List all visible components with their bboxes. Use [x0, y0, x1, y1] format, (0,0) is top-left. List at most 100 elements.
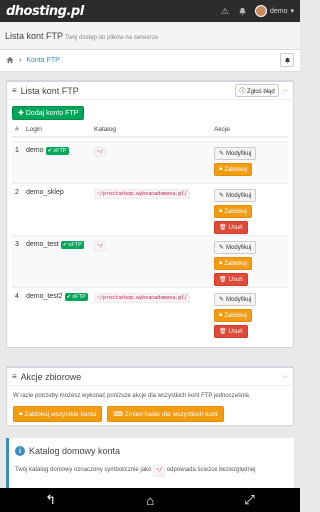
- edit-icon: ✎: [219, 245, 225, 251]
- delete-button[interactable]: 🗑︎ Usuń: [214, 221, 248, 234]
- row-login: demo_test ✔ oFTP: [26, 241, 94, 287]
- info-icon: ⓘ: [239, 89, 246, 95]
- report-bug-button[interactable]: ⓘ Zgłoś błąd: [235, 84, 279, 97]
- home-path: ~/: [94, 241, 107, 251]
- block-button[interactable]: 🔒︎ Zablokuj: [214, 205, 252, 218]
- table-header: # Login Katalog Akcje: [12, 126, 288, 138]
- modify-button[interactable]: ✎ Modyfikuj: [214, 241, 257, 254]
- bell-icon: [284, 57, 290, 64]
- home-icon[interactable]: [6, 56, 14, 66]
- notifications-button[interactable]: [280, 53, 294, 67]
- keyboard-icon: ⌨: [113, 411, 123, 418]
- block-all-button[interactable]: 🔒︎ Zablokuj wszystkie konta: [13, 406, 103, 422]
- lock-icon: 🔒︎: [219, 260, 223, 266]
- callout-title: i Katalog domowy konta: [15, 446, 288, 456]
- lock-icon: 🔒︎: [219, 166, 223, 172]
- collapse-icon[interactable]: ⌵: [283, 87, 288, 95]
- report-bug-label: Zgłoś błąd: [247, 89, 275, 95]
- trash-icon: 🗑︎: [219, 329, 227, 335]
- login-text: demo_test2: [26, 293, 63, 300]
- row-num: 2: [15, 189, 19, 196]
- table-row: 1 demo ✔ oFTP ~/ ✎ Modyfikuj 🔒︎ Zablokuj: [12, 141, 288, 183]
- modify-button[interactable]: ✎ Modyfikuj: [214, 189, 257, 202]
- row-num: 4: [15, 293, 19, 300]
- home-path: ~/prestashop.wybranadomena.pl/: [94, 293, 191, 303]
- oftp-badge: ✔ oFTP: [64, 293, 88, 301]
- page-title: Lista kont FTP: [5, 31, 64, 41]
- login-text: demo_sklep: [26, 189, 64, 196]
- home-path: ~/prestashop.wybranadomena.pl/: [94, 189, 191, 199]
- lock-icon: 🔒︎: [219, 208, 223, 214]
- collapse-icon[interactable]: ⌵: [283, 373, 288, 381]
- table-row: 2 demo_sklep ~/prestashop.wybranadomena.…: [12, 183, 288, 235]
- avatar: [254, 5, 267, 17]
- plus-icon: ✚: [18, 110, 24, 117]
- lock-icon: 🔒︎: [19, 410, 23, 417]
- breadcrumb-current[interactable]: Konta FTP: [26, 57, 59, 64]
- row-login: demo_test2 ✔ oFTP: [26, 293, 94, 339]
- home-directory-callout: i Katalog domowy konta Twój katalog domo…: [6, 438, 294, 488]
- table-row: 4 demo_test2 ✔ oFTP ~/prestashop.wybranado…: [12, 287, 288, 339]
- change-password-all-button[interactable]: ⌨ Zmień hasło dla wszystkich kont: [107, 406, 224, 422]
- block-button[interactable]: 🔒︎ Zablokuj: [214, 163, 252, 176]
- delete-button[interactable]: 🗑︎ Usuń: [214, 273, 248, 286]
- info-icon: i: [15, 446, 25, 456]
- back-icon[interactable]: ↰: [45, 492, 56, 508]
- column-header-login: Login: [26, 126, 42, 133]
- list-icon: ≡: [12, 86, 17, 95]
- box-header: ≡ Lista kont FTP ⓘ Zgłoś błąd ⌵: [7, 82, 293, 100]
- warning-icon[interactable]: ⚠: [219, 5, 231, 17]
- user-name: demo: [269, 7, 288, 15]
- ftp-accounts-box: ≡ Lista kont FTP ⓘ Zgłoś błąd ⌵ ✚ Dodaj …: [6, 80, 294, 348]
- block-button[interactable]: 🔒︎ Zablokuj: [214, 309, 252, 322]
- box-header: ≡ Akcje zbiorowe ⌵: [7, 368, 293, 386]
- breadcrumb-separator: ›: [19, 57, 22, 64]
- home-icon[interactable]: ⌂: [146, 493, 154, 508]
- home-path: ~/: [94, 147, 107, 157]
- modify-button[interactable]: ✎ Modyfikuj: [214, 293, 257, 306]
- row-login: demo ✔ oFTP: [26, 147, 94, 183]
- edit-icon: ✎: [219, 151, 225, 157]
- page-subtitle: Twój dostęp do plików na serwerze: [64, 35, 159, 41]
- top-navbar: dhosting.pl ⚠ demo ▾: [0, 0, 300, 22]
- app-logo[interactable]: dhosting.pl: [6, 4, 84, 19]
- lock-icon: 🔒︎: [219, 312, 223, 318]
- list-icon: ≡: [12, 372, 17, 381]
- bulk-buttons: 🔒︎ Zablokuj wszystkie konta ⌨ Zmień hasło …: [13, 406, 224, 422]
- column-header-catalog: Katalog: [94, 126, 117, 133]
- column-header-actions: Akcje: [214, 126, 230, 133]
- bulk-actions-box: ≡ Akcje zbiorowe ⌵ W razie potrzeby może…: [6, 366, 294, 426]
- edit-icon: ✎: [219, 193, 225, 199]
- home-symbol: ~/: [153, 465, 166, 477]
- modify-button[interactable]: ✎ Modyfikuj: [214, 147, 257, 160]
- bulk-description: W razie potrzeby możesz wykonać poniższe…: [13, 393, 251, 399]
- trash-icon: 🗑︎: [219, 277, 227, 283]
- box-title: Lista kont FTP: [20, 85, 79, 96]
- user-menu[interactable]: demo ▾: [254, 5, 294, 17]
- recent-apps-icon[interactable]: ⤢: [244, 492, 254, 508]
- check-icon: ✔: [62, 242, 68, 248]
- check-icon: ✔: [66, 294, 72, 300]
- add-ftp-label: Dodaj konto FTP: [25, 109, 79, 117]
- table-row: 3 demo_test ✔ oFTP ~/ ✎ Modyfikuj 🔒︎ Zabloku…: [12, 235, 288, 287]
- delete-button[interactable]: 🗑︎ Usuń: [214, 325, 248, 338]
- callout-text: Twój katalog domowy oznaczony symboliczn…: [15, 465, 288, 477]
- row-num: 1: [15, 147, 19, 154]
- chevron-down-icon: ▾: [290, 8, 294, 15]
- topbar-actions: ⚠ demo ▾: [219, 5, 294, 17]
- bell-icon[interactable]: [237, 5, 249, 17]
- callout-title-text: Katalog domowy konta: [29, 446, 121, 456]
- oftp-badge: ✔ oFTP: [60, 241, 84, 249]
- box-title: Akcje zbiorowe: [20, 371, 82, 382]
- login-text: demo: [26, 147, 44, 154]
- breadcrumb: › Konta FTP: [0, 50, 300, 72]
- add-ftp-account-button[interactable]: ✚ Dodaj konto FTP: [12, 106, 85, 120]
- check-icon: ✔: [47, 148, 53, 154]
- edit-icon: ✎: [219, 297, 225, 303]
- block-button[interactable]: 🔒︎ Zablokuj: [214, 257, 252, 270]
- system-nav-bar: ↰ ⌂ ⤢: [0, 488, 300, 512]
- row-login: demo_sklep: [26, 189, 94, 235]
- trash-icon: 🗑︎: [219, 225, 227, 231]
- page-header: Lista kont FTP Twój dostęp do plików na …: [0, 22, 300, 50]
- column-header-num: #: [15, 126, 19, 133]
